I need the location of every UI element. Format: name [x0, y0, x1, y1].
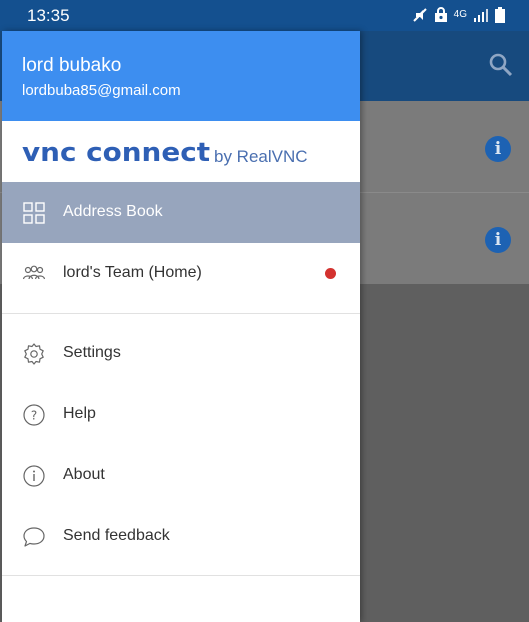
notification-dot — [325, 268, 336, 279]
divider — [2, 313, 360, 314]
navigation-drawer: lord bubako lordbuba85@gmail.com vnc con… — [2, 31, 360, 622]
user-email: lordbuba85@gmail.com — [22, 82, 181, 99]
menu-item-settings[interactable]: Settings — [2, 323, 360, 384]
status-time: 13:35 — [27, 6, 70, 25]
menu-item-about[interactable]: About — [2, 445, 360, 506]
svg-text:vnc connect: vnc connect — [22, 138, 210, 166]
help-icon: ? — [23, 404, 45, 426]
user-name: lord bubako — [22, 55, 122, 76]
menu-item-help[interactable]: ? Help — [2, 384, 360, 445]
search-icon[interactable] — [487, 51, 515, 79]
menu-item-team[interactable]: lord's Team (Home) — [2, 243, 360, 304]
status-icons: 4G — [412, 7, 505, 23]
4g-icon: 4G — [453, 9, 467, 20]
vnc-connect-wordmark: vnc connect — [22, 138, 210, 166]
vnc-connect-logo: vnc connect by RealVNC — [2, 121, 360, 182]
info-icon — [23, 465, 45, 487]
info-icon[interactable]: i — [485, 136, 511, 162]
battery-icon — [495, 7, 505, 23]
chat-icon — [23, 527, 45, 547]
logo-byline: by RealVNC — [214, 147, 308, 166]
grid-icon — [23, 202, 45, 224]
svg-text:?: ? — [31, 409, 37, 423]
lock-icon — [434, 7, 447, 22]
menu-label: Send feedback — [63, 527, 170, 544]
gear-icon — [24, 343, 44, 365]
menu-item-send-feedback[interactable]: Send feedback — [2, 506, 360, 567]
status-bar: 13:35 4G — [0, 0, 529, 31]
menu-label: Help — [63, 405, 96, 422]
menu-item-address-book[interactable]: Address Book — [2, 182, 360, 243]
drawer-header: lord bubako lordbuba85@gmail.com — [2, 31, 360, 121]
divider — [2, 575, 360, 576]
team-icon — [22, 265, 46, 280]
mute-icon — [412, 8, 427, 22]
menu-label: lord's Team (Home) — [63, 264, 202, 281]
signal-icon — [474, 9, 488, 22]
menu-label: Settings — [63, 344, 121, 361]
menu-label: Address Book — [63, 203, 163, 220]
info-icon[interactable]: i — [485, 227, 511, 253]
menu-label: About — [63, 466, 105, 483]
